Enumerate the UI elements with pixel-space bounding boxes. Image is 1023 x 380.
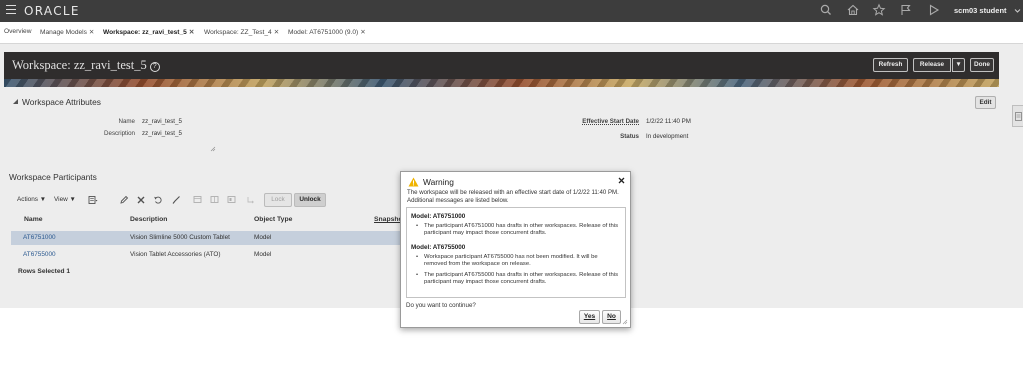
list-item: Workspace participant AT6755000 has not … xyxy=(416,254,621,269)
home-icon[interactable] xyxy=(846,3,860,17)
favorites-icon[interactable] xyxy=(872,3,886,17)
play-icon[interactable] xyxy=(927,3,941,17)
tab-bar: Overview Manage Models ✕ Workspace: zz_ra… xyxy=(0,28,1023,42)
dialog-title: Warning xyxy=(423,177,454,187)
user-chevron-icon[interactable] xyxy=(1014,8,1021,14)
tab-model-at6751000[interactable]: Model: AT6751000 (9.0) ✕ xyxy=(288,28,366,36)
close-icon[interactable]: ✕ xyxy=(89,29,95,36)
no-button[interactable]: No xyxy=(602,310,621,324)
tab-workspace-zz-ravi-test-5[interactable]: Workspace: zz_ravi_test_5 ✕ xyxy=(103,28,194,36)
dialog-details-box: Model: AT6751000 The participant AT67510… xyxy=(406,207,626,298)
tab-workspace-zz-test-4[interactable]: Workspace: ZZ_Test_4 ✕ xyxy=(204,28,279,36)
dialog-message: The workspace will be released with an e… xyxy=(407,189,619,204)
close-icon[interactable] xyxy=(618,177,625,184)
global-header: ORACLE scm03 student xyxy=(0,0,1023,22)
warning-icon xyxy=(408,177,419,187)
notifications-icon[interactable] xyxy=(899,3,913,17)
search-icon[interactable] xyxy=(819,3,833,17)
oracle-logo[interactable]: ORACLE xyxy=(24,4,80,18)
tab-manage-models[interactable]: Manage Models ✕ xyxy=(40,28,94,36)
dialog-question: Do you want to continue? xyxy=(406,302,476,309)
model-group-title: Model: AT6751000 xyxy=(411,213,466,220)
model-group-title: Model: AT6755000 xyxy=(411,244,466,251)
close-icon[interactable]: ✕ xyxy=(360,29,366,36)
warning-dialog: Warning The workspace will be released w… xyxy=(400,171,631,328)
menu-icon[interactable] xyxy=(6,5,16,15)
list-item: The participant AT6751000 has drafts in … xyxy=(416,223,621,238)
close-icon[interactable]: ✕ xyxy=(189,29,195,36)
close-icon[interactable]: ✕ xyxy=(274,29,280,36)
tab-overview[interactable]: Overview xyxy=(4,28,31,35)
resize-handle-icon[interactable] xyxy=(622,319,628,325)
list-item: The participant AT6755000 has drafts in … xyxy=(416,272,621,287)
user-name[interactable]: scm03 student xyxy=(954,6,1007,15)
yes-button[interactable]: Yes xyxy=(579,310,600,324)
